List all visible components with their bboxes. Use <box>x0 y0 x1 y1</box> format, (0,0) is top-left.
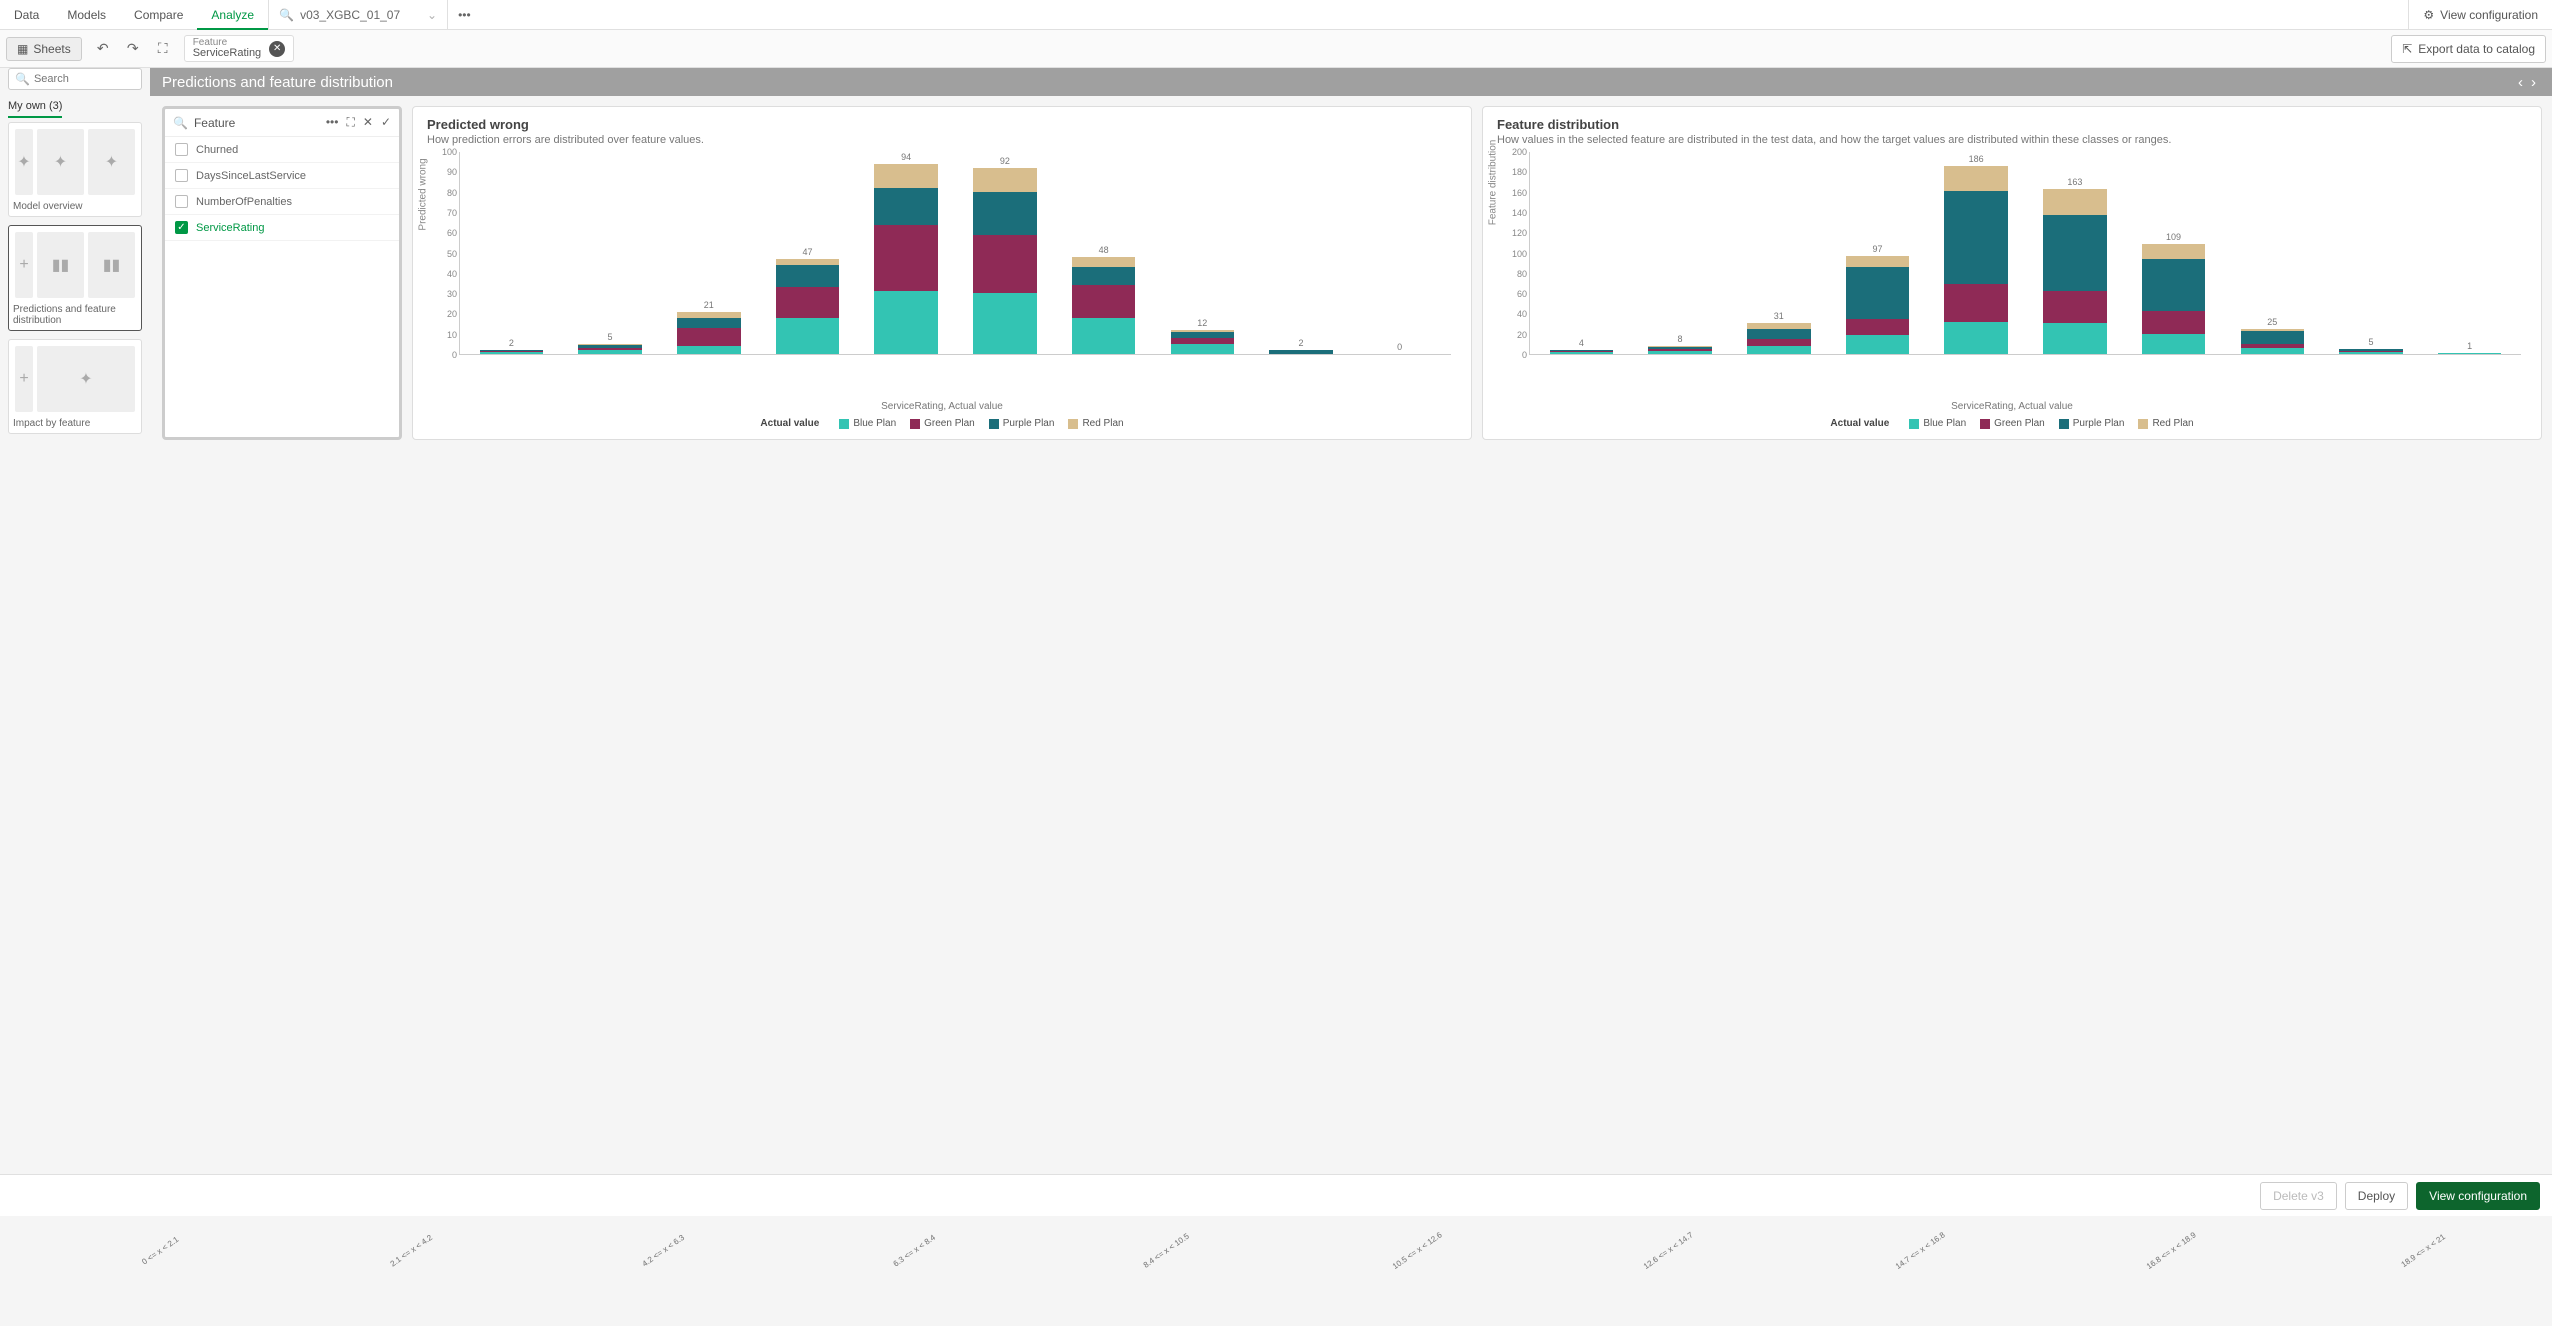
legend-title: Actual value <box>760 418 819 429</box>
model-name: v03_XGBC_01_07 <box>300 8 400 22</box>
page-title-bar: Predictions and feature distribution ‹ › <box>150 68 2552 96</box>
search-input-wrap[interactable]: 🔍 <box>8 68 142 90</box>
checkbox-icon <box>175 195 188 208</box>
content-area: 🔍 Feature ••• ⛶ ✕ ✓ ChurnedDaysSinceLast… <box>150 96 2552 450</box>
search-icon: 🔍 <box>173 116 188 130</box>
legend-item[interactable]: Red Plan <box>2138 418 2193 429</box>
page-title: Predictions and feature distribution <box>162 74 393 91</box>
feature-option[interactable]: DaysSinceLastService <box>165 163 399 189</box>
bar[interactable]: 48 <box>1054 152 1153 354</box>
sheet-thumbnails-panel: 🔍 My own (3) ✦ ✦ ✦ Model overview + ▮▮ ▮… <box>0 96 150 450</box>
chevron-down-icon: ⌄ <box>427 8 437 22</box>
predicted-wrong-chart: Predicted wrong How prediction errors ar… <box>412 106 1472 440</box>
marquee-icon[interactable]: ⛶ <box>346 115 354 130</box>
legend-item[interactable]: Blue Plan <box>839 418 896 429</box>
more-menu[interactable]: ••• <box>448 8 481 22</box>
chip-close-icon[interactable]: ✕ <box>269 41 285 57</box>
tab-compare[interactable]: Compare <box>120 0 197 30</box>
bar[interactable]: 8 <box>1631 152 1730 354</box>
bar[interactable]: 12 <box>1153 152 1252 354</box>
bar[interactable]: 109 <box>2124 152 2223 354</box>
close-icon[interactable]: ✕ <box>363 115 373 130</box>
sheet-thumb-predictions[interactable]: + ▮▮ ▮▮ Predictions and feature distribu… <box>8 225 142 331</box>
bottom-action-bar: Delete v3 Deploy View configuration <box>0 1174 2552 1216</box>
legend-item[interactable]: Purple Plan <box>989 418 1055 429</box>
plus-icon: + <box>15 346 33 412</box>
view-configuration-link[interactable]: ⚙ View configuration <box>2408 0 2552 30</box>
next-sheet-icon[interactable]: › <box>2527 74 2540 91</box>
feature-option[interactable]: ✓ServiceRating <box>165 215 399 241</box>
checkbox-icon <box>175 143 188 156</box>
bar[interactable]: 31 <box>1729 152 1828 354</box>
filter-chip-feature[interactable]: Feature ServiceRating ✕ <box>184 35 294 62</box>
feature-option[interactable]: NumberOfPenalties <box>165 189 399 215</box>
legend-item[interactable]: Green Plan <box>910 418 975 429</box>
plus-icon: ✦ <box>15 129 33 195</box>
view-configuration-button[interactable]: View configuration <box>2416 1182 2540 1210</box>
legend-item[interactable]: Purple Plan <box>2059 418 2125 429</box>
tab-analyze[interactable]: Analyze <box>197 0 268 30</box>
feature-filter-panel: 🔍 Feature ••• ⛶ ✕ ✓ ChurnedDaysSinceLast… <box>162 106 402 440</box>
bar-chart-icon: ▮▮ <box>88 232 135 298</box>
bar[interactable]: 0 <box>1350 152 1449 354</box>
search-input[interactable] <box>34 73 135 85</box>
bar[interactable]: 2 <box>1252 152 1351 354</box>
bar[interactable]: 186 <box>1927 152 2026 354</box>
bar[interactable]: 1 <box>2420 152 2519 354</box>
sheets-icon: ▦ <box>17 42 28 56</box>
tab-data[interactable]: Data <box>0 0 53 30</box>
bar[interactable]: 92 <box>956 152 1055 354</box>
prev-sheet-icon[interactable]: ‹ <box>2514 74 2527 91</box>
feature-option[interactable]: Churned <box>165 137 399 163</box>
deploy-button[interactable]: Deploy <box>2345 1182 2408 1210</box>
checkbox-icon: ✓ <box>175 221 188 234</box>
bar[interactable]: 2 <box>462 152 561 354</box>
top-tabs: Data Models Compare Analyze 🔍 v03_XGBC_0… <box>0 0 2552 30</box>
tab-models[interactable]: Models <box>53 0 120 30</box>
confirm-icon[interactable]: ✓ <box>381 115 391 130</box>
sheet-thumb-model-overview[interactable]: ✦ ✦ ✦ Model overview <box>8 122 142 217</box>
feature-panel-title: Feature <box>194 116 235 130</box>
bar-chart-icon: ▮▮ <box>37 232 84 298</box>
delete-button[interactable]: Delete v3 <box>2260 1182 2337 1210</box>
more-icon[interactable]: ••• <box>326 115 339 130</box>
sliders-icon: ⚙ <box>2423 8 2434 22</box>
bar[interactable]: 21 <box>659 152 758 354</box>
export-button[interactable]: ⇱ Export data to catalog <box>2391 35 2546 63</box>
legend-item[interactable]: Red Plan <box>1068 418 1123 429</box>
plus-icon: + <box>15 232 33 298</box>
marquee-icon[interactable]: ⛶ <box>152 38 174 60</box>
my-own-tab[interactable]: My own (3) <box>8 100 62 118</box>
bar[interactable]: 5 <box>561 152 660 354</box>
bar[interactable]: 25 <box>2223 152 2322 354</box>
bar[interactable]: 4 <box>1532 152 1631 354</box>
toolbar: ▦ Sheets ↶ ↷ ⛶ Feature ServiceRating ✕ ⇱… <box>0 30 2552 68</box>
sheets-button[interactable]: ▦ Sheets <box>6 37 82 61</box>
bar[interactable]: 97 <box>1828 152 1927 354</box>
bar[interactable]: 5 <box>2322 152 2421 354</box>
legend-item[interactable]: Blue Plan <box>1909 418 1966 429</box>
search-icon: 🔍 <box>15 72 30 86</box>
bar[interactable]: 94 <box>857 152 956 354</box>
redo-icon[interactable]: ↷ <box>122 38 144 60</box>
sheet-thumb-impact[interactable]: + ✦ Impact by feature <box>8 339 142 434</box>
feature-distribution-chart: Feature distribution How values in the s… <box>1482 106 2542 440</box>
checkbox-icon <box>175 169 188 182</box>
search-icon: 🔍 <box>279 8 294 22</box>
legend-item[interactable]: Green Plan <box>1980 418 2045 429</box>
model-selector[interactable]: 🔍 v03_XGBC_01_07 ⌄ <box>268 0 448 30</box>
undo-icon[interactable]: ↶ <box>92 38 114 60</box>
export-icon: ⇱ <box>2402 42 2412 56</box>
bar[interactable]: 163 <box>2026 152 2125 354</box>
legend-title: Actual value <box>1830 418 1889 429</box>
bar[interactable]: 47 <box>758 152 857 354</box>
